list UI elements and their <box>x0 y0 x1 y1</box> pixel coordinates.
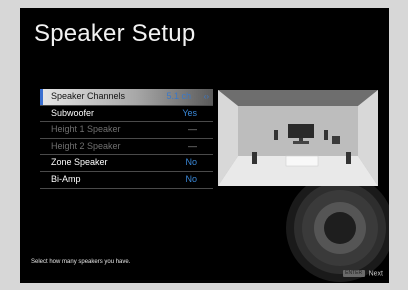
menu-item-bi-amp[interactable]: Bi-Amp No <box>40 172 213 189</box>
menu-item-label: Height 1 Speaker <box>51 124 121 135</box>
menu-item-value: No <box>185 157 197 168</box>
enter-key-icon: ENTER <box>342 270 365 277</box>
menu-item-label: Bi-Amp <box>51 173 81 184</box>
menu-item-height-1-speaker: Height 1 Speaker — <box>40 122 213 139</box>
menu-item-zone-speaker[interactable]: Zone Speaker No <box>40 155 213 172</box>
menu-item-value: Yes <box>182 107 197 118</box>
menu-item-label: Zone Speaker <box>51 157 108 168</box>
menu-item-speaker-channels[interactable]: Speaker Channels 5.1 ch ‹› <box>40 89 213 106</box>
menu-item-label: Subwoofer <box>51 107 95 118</box>
help-text: Select how many speakers you have. <box>31 259 131 265</box>
room-speaker-layout-icon <box>218 90 378 186</box>
menu-item-value: No <box>185 173 197 184</box>
menu-item-value: — <box>188 124 197 135</box>
next-button[interactable]: ENTER Next <box>342 270 383 278</box>
left-right-arrows-icon[interactable]: ‹› <box>204 89 209 105</box>
menu-item-label: Height 2 Speaker <box>51 140 121 151</box>
menu-item-label: Speaker Channels <box>51 91 126 101</box>
menu-item-value: — <box>188 140 197 151</box>
setup-screen: Speaker Setup Speaker Channels 5.1 ch ‹›… <box>20 8 389 283</box>
settings-menu: Speaker Channels 5.1 ch ‹› Subwoofer Yes… <box>40 89 213 189</box>
next-label: Next <box>368 270 383 278</box>
menu-item-height-2-speaker: Height 2 Speaker — <box>40 139 213 156</box>
menu-item-value: 5.1 ch <box>166 91 191 101</box>
page-title: Speaker Setup <box>34 20 196 47</box>
speaker-cone-icon <box>286 174 389 282</box>
menu-item-subwoofer[interactable]: Subwoofer Yes <box>40 106 213 123</box>
